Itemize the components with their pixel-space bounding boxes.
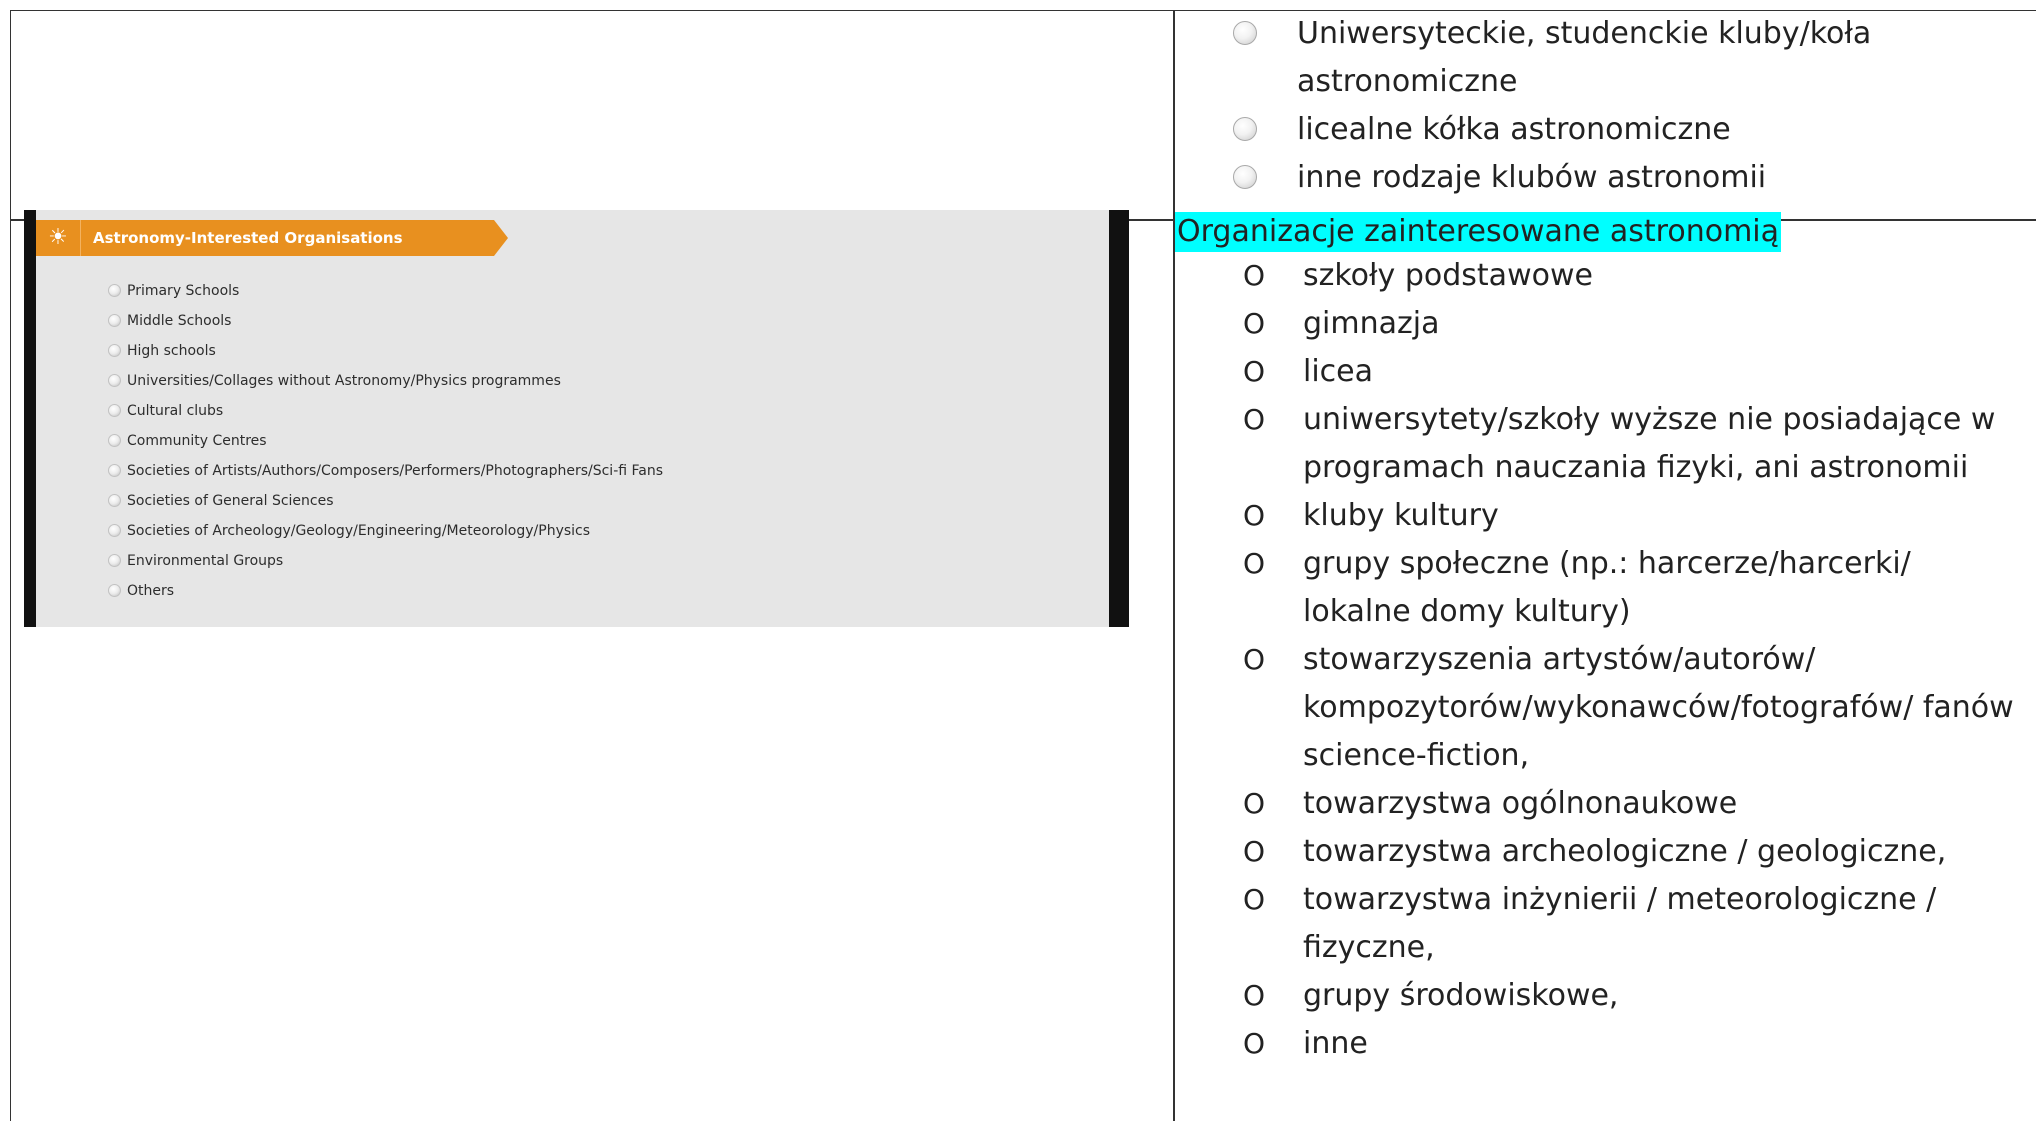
option-label: Community Centres [127,433,267,449]
list-item-label: gimnazja [1303,306,1440,341]
radio-button-icon[interactable] [108,284,121,297]
list-item: Otowarzystwa ogólnonaukowe [1235,780,2025,828]
option-label: Primary Schools [127,283,240,299]
radio-option-label: Uniwersyteckie, studenckie kluby/koła as… [1297,16,1872,99]
list-item: Otowarzystwa archeologiczne / geologiczn… [1235,828,2025,876]
list-item-label: stowarzyszenia artystów/autorów/ kompozy… [1303,642,2014,773]
radio-option-high-school-clubs[interactable]: licealne kółka astronomiczne [1225,106,2015,154]
option-societies-of-artists[interactable]: Societies of Artists/Authors/Composers/P… [108,456,663,486]
list-item: Ogimnazja [1235,300,2025,348]
bullet-icon: O [1243,787,1266,820]
option-environmental-groups[interactable]: Environmental Groups [108,546,663,576]
organisations-list: Oszkoły podstawowe Ogimnazja Olicea Ouni… [1235,252,2025,1068]
list-item-label: towarzystwa archeologiczne / geologiczne… [1303,834,1947,869]
option-universities[interactable]: Universities/Collages without Astronomy/… [108,366,663,396]
bullet-icon: O [1243,259,1266,292]
radio-button-icon[interactable] [1233,21,1257,45]
option-label: High schools [127,343,216,359]
list-item-label: kluby kultury [1303,498,1499,533]
list-item: Ostowarzyszenia artystów/autorów/ kompoz… [1235,636,2025,780]
list-item-label: licea [1303,354,1374,389]
bullet-icon: O [1243,643,1266,676]
option-label: Universities/Collages without Astronomy/… [127,373,561,389]
option-label: Environmental Groups [127,553,284,569]
list-item-label: inne [1303,1026,1368,1061]
radio-option-other-clubs[interactable]: inne rodzaje klubów astronomii [1225,154,2015,202]
list-item: Ouniwersytety/szkoły wyższe nie posiadaj… [1235,396,2025,492]
radio-button-icon[interactable] [108,554,121,567]
bullet-icon: O [1243,835,1266,868]
section-header-title: Astronomy-Interested Organisations [93,229,403,247]
bullet-icon: O [1243,547,1266,580]
section-title: Organizacje zainteresowane astronomią [1175,212,1782,252]
radio-option-label: inne rodzaje klubów astronomii [1297,160,1767,195]
radio-button-icon[interactable] [108,344,121,357]
section-header: ☀ Astronomy-Interested Organisations [36,220,494,256]
list-item-label: szkoły podstawowe [1303,258,1593,293]
organisation-options-list: Primary Schools Middle Schools High scho… [108,276,663,606]
option-community-centres[interactable]: Community Centres [108,426,663,456]
list-item-label: uniwersytety/szkoły wyższe nie posiadają… [1303,402,1996,485]
radio-button-icon[interactable] [108,434,121,447]
list-item: Oszkoły podstawowe [1235,252,2025,300]
column-divider [1173,11,1175,1121]
bullet-icon: O [1243,883,1266,916]
sun-eye-icon: ☀ [36,220,81,256]
radio-option-label: licealne kółka astronomiczne [1297,112,1731,147]
bullet-icon: O [1243,307,1266,340]
option-cultural-clubs[interactable]: Cultural clubs [108,396,663,426]
option-archeology-societies[interactable]: Societies of Archeology/Geology/Engineer… [108,516,663,546]
option-label: Societies of Archeology/Geology/Engineer… [127,523,591,539]
radio-button-icon[interactable] [108,464,121,477]
option-general-sciences[interactable]: Societies of General Sciences [108,486,663,516]
list-item: Ogrupy społeczne (np.: harcerze/harcerki… [1235,540,2025,636]
radio-option-university-clubs[interactable]: Uniwersyteckie, studenckie kluby/koła as… [1225,10,2015,106]
club-type-radio-list: Uniwersyteckie, studenckie kluby/koła as… [1225,10,2015,202]
radio-button-icon[interactable] [108,404,121,417]
bullet-icon: O [1243,1027,1266,1060]
option-label: Societies of General Sciences [127,493,334,509]
list-item-label: grupy środowiskowe, [1303,978,1619,1013]
option-others[interactable]: Others [108,576,663,606]
list-item: Oinne [1235,1020,2025,1068]
option-label: Cultural clubs [127,403,224,419]
option-primary-schools[interactable]: Primary Schools [108,276,663,306]
list-item: Okluby kultury [1235,492,2025,540]
list-item-label: towarzystwa inżynierii / meteorologiczne… [1303,882,1937,965]
list-item: Ogrupy środowiskowe, [1235,972,2025,1020]
bullet-icon: O [1243,355,1266,388]
option-high-schools[interactable]: High schools [108,336,663,366]
option-label: Others [127,583,175,599]
radio-button-icon[interactable] [1233,117,1257,141]
section-header-arrow [494,220,508,256]
list-item-label: towarzystwa ogólnonaukowe [1303,786,1738,821]
radio-button-icon[interactable] [108,314,121,327]
list-item: Olicea [1235,348,2025,396]
option-middle-schools[interactable]: Middle Schools [108,306,663,336]
radio-button-icon[interactable] [108,374,121,387]
bullet-icon: O [1243,499,1266,532]
radio-button-icon[interactable] [108,584,121,597]
bullet-icon: O [1243,403,1266,436]
radio-button-icon[interactable] [108,494,121,507]
list-item: Otowarzystwa inżynierii / meteorologiczn… [1235,876,2025,972]
bullet-icon: O [1243,979,1266,1012]
radio-button-icon[interactable] [108,524,121,537]
option-label: Societies of Artists/Authors/Composers/P… [127,463,664,479]
embedded-form-screenshot: ☀ Astronomy-Interested Organisations Pri… [24,210,1129,627]
option-label: Middle Schools [127,313,232,329]
list-item-label: grupy społeczne (np.: harcerze/harcerki/… [1303,546,1911,629]
radio-button-icon[interactable] [1233,165,1257,189]
